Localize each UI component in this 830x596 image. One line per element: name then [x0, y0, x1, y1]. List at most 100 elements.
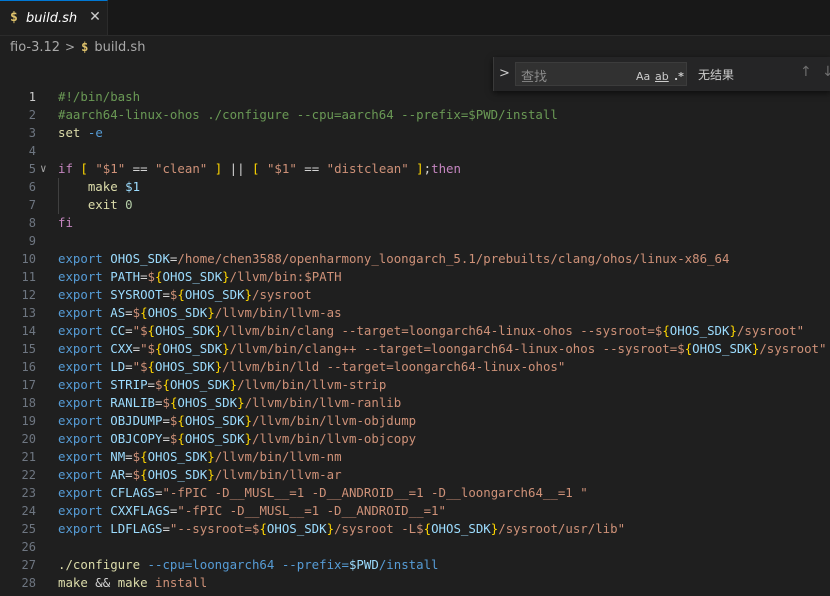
code-token: then: [431, 161, 461, 176]
code-token: ==: [125, 161, 156, 176]
code-token: /llvm/bin/llvm-strip: [237, 377, 387, 392]
find-result: 无结果: [698, 68, 735, 82]
code-token: "$: [140, 341, 156, 356]
code-token: /sysroot": [759, 341, 827, 356]
code-token: }: [222, 269, 230, 284]
code-token: =: [162, 287, 170, 302]
code-token: {: [177, 413, 185, 428]
code-token: OHOS_SDK: [162, 269, 223, 284]
code-token: /llvm/bin/llvm-objdump: [252, 413, 417, 428]
code-token: {: [147, 323, 156, 338]
code-token: =: [125, 449, 133, 464]
code-token: export: [58, 521, 103, 536]
code-text: export OBJDUMP=${OHOS_SDK}/llvm/bin/llvm…: [58, 412, 416, 430]
code-token: $: [132, 305, 141, 320]
code-token: }: [237, 395, 245, 410]
code-token: {: [423, 521, 432, 536]
code-token: -e: [87, 125, 103, 140]
line-number: 13: [21, 306, 36, 320]
code-token: }: [244, 431, 253, 446]
code-token: OHOS_SDK: [177, 395, 238, 410]
code-text: if [ "$1" == "clean" ] || [ "$1" == "dis…: [58, 160, 461, 178]
tab-bar: $ build.sh ✕: [0, 0, 830, 36]
line-number: 5: [28, 162, 36, 176]
breadcrumb-folder[interactable]: fio-3.12: [10, 40, 60, 55]
code-token: install: [155, 575, 208, 590]
fold-chevron-icon[interactable]: ∨: [40, 160, 47, 178]
line-number: 7: [28, 198, 36, 212]
match-case-button[interactable]: Aa: [636, 68, 650, 86]
code-token: OHOS_SDK: [155, 323, 215, 338]
code-token: ]: [416, 161, 424, 176]
code-token: "$1": [266, 161, 297, 176]
code-token: =: [125, 323, 133, 338]
code-text: export PATH=${OHOS_SDK}/llvm/bin:$PATH: [58, 268, 342, 286]
code-token: CXXFLAGS: [110, 503, 170, 518]
code-text: set -e: [58, 124, 103, 142]
find-input[interactable]: 查找 Aa ab .*: [515, 62, 687, 86]
code-token: OHOS_SDK: [147, 449, 208, 464]
line-number: 9: [28, 234, 36, 248]
code-text: #!/bin/bash: [58, 88, 140, 106]
code-token: OHOS_SDK: [110, 251, 170, 266]
breadcrumb-file[interactable]: build.sh: [94, 40, 145, 55]
code-token: export: [58, 377, 103, 392]
previous-match-icon[interactable]: ↑: [800, 64, 812, 80]
tab-build-sh[interactable]: $ build.sh ✕: [0, 0, 108, 35]
code-token: /llvm/bin/clang --target=loongarch64-lin…: [222, 323, 663, 338]
code-token: #!/bin/bash: [58, 89, 141, 104]
code-token: /sysroot/usr/lib": [498, 521, 626, 536]
code-token: /sysroot: [252, 287, 312, 302]
next-match-icon[interactable]: ↓: [822, 64, 830, 80]
code-token: $: [162, 395, 170, 410]
code-token: "$1": [95, 161, 126, 176]
code-token: }: [207, 449, 215, 464]
code-token: [: [80, 161, 88, 176]
code-token: OHOS_SDK: [147, 467, 208, 482]
code-token: =: [140, 269, 148, 284]
code-token: /llvm/bin/clang++ --target=loongarch64-l…: [229, 341, 685, 356]
code-token: &&: [87, 575, 118, 590]
code-token: {: [662, 323, 670, 338]
code-text: #aarch64-linux-ohos ./configure --cpu=aa…: [58, 106, 558, 124]
code-token: /llvm/bin/lld --target=loongarch64-linux…: [222, 359, 566, 374]
code-token: ==: [296, 161, 327, 176]
code-token: }: [207, 305, 215, 320]
code-token: fi: [58, 215, 73, 230]
line-number: 3: [28, 126, 36, 140]
code-token: {: [177, 287, 185, 302]
whole-word-button[interactable]: ab: [655, 68, 669, 86]
code-token: OHOS_SDK: [431, 521, 491, 536]
code-token: OHOS_SDK: [155, 359, 215, 374]
chevron-right-icon: >: [65, 40, 76, 54]
line-number: 12: [21, 288, 36, 302]
toggle-replace-icon[interactable]: >: [499, 66, 513, 82]
code-token: ;: [423, 161, 432, 176]
indent-guide: [58, 178, 59, 214]
code-token: =: [162, 521, 170, 536]
code-token: {: [177, 431, 185, 446]
shell-file-icon: $: [10, 10, 18, 25]
code-token: make: [87, 179, 118, 194]
code-token: OHOS_SDK: [692, 341, 752, 356]
code-token: 0: [125, 197, 133, 212]
code-text: export AS=${OHOS_SDK}/llvm/bin/llvm-as: [58, 304, 342, 322]
line-number: 27: [21, 558, 36, 572]
code-token: /llvm/bin/llvm-as: [214, 305, 342, 320]
line-number: 2: [28, 108, 36, 122]
code-text: export RANLIB=${OHOS_SDK}/llvm/bin/llvm-…: [58, 394, 401, 412]
code-token: export: [58, 305, 103, 320]
code-token: PATH: [110, 269, 141, 284]
code-token: $: [132, 449, 141, 464]
line-number: 14: [21, 324, 36, 338]
code-token: {: [140, 467, 148, 482]
code-token: export: [58, 323, 103, 338]
code-token: "$: [132, 359, 148, 374]
code-token: {: [140, 449, 148, 464]
regex-button[interactable]: .*: [674, 68, 684, 86]
code-token: =: [162, 431, 170, 446]
close-icon[interactable]: ✕: [86, 8, 104, 26]
